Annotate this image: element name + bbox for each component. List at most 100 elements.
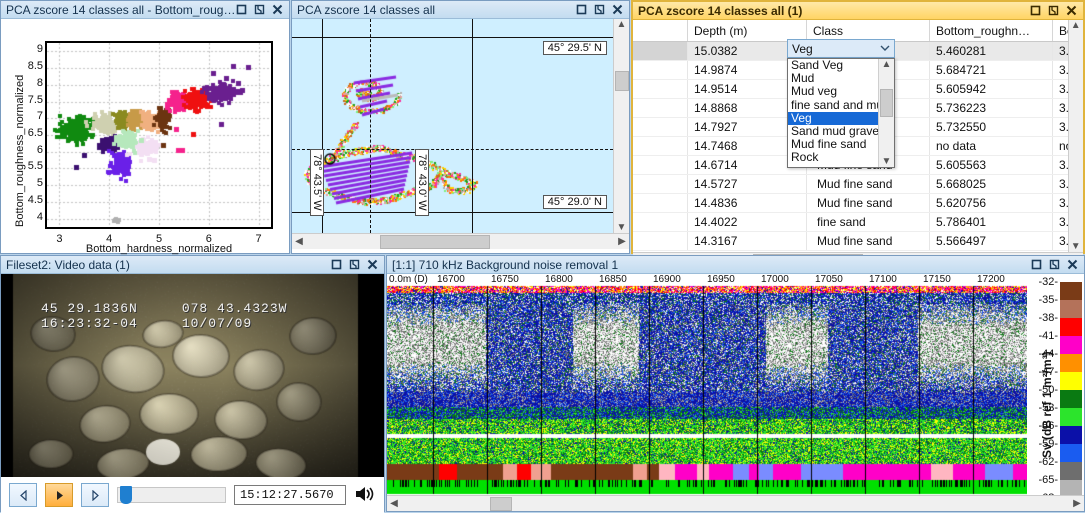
table-cell[interactable]: [633, 136, 688, 156]
table-header-cell[interactable]: [633, 20, 688, 42]
table-cell[interactable]: [633, 41, 688, 61]
video-display[interactable]: 45 29.1836N 078 43.4323W 16:23:32-04 10/…: [1, 274, 384, 477]
table-cell[interactable]: 5.668025: [929, 174, 1053, 194]
class-dropdown-option[interactable]: Sand Veg: [788, 59, 878, 72]
table-cell[interactable]: Mud fine sand: [806, 174, 930, 194]
close-icon[interactable]: [612, 4, 623, 15]
table-cell[interactable]: [633, 193, 688, 213]
table-cell[interactable]: 5.460281: [929, 41, 1053, 61]
close-icon[interactable]: [367, 259, 378, 270]
table-cell[interactable]: [633, 212, 688, 232]
pin-icon[interactable]: [1048, 5, 1059, 16]
class-dropdown-list[interactable]: Sand VegMudMud vegfine sand and mudVegSa…: [787, 58, 895, 168]
class-dropdown-option[interactable]: Rock: [788, 151, 878, 164]
table-cell[interactable]: 5.620756: [929, 193, 1053, 213]
table-cell[interactable]: 3.838741: [1052, 117, 1068, 137]
maximize-icon[interactable]: [576, 4, 587, 15]
table-cell[interactable]: [633, 155, 688, 175]
map-horizontal-scrollbar[interactable]: ◀ ▶: [292, 233, 629, 249]
play-icon[interactable]: [45, 483, 73, 507]
table-cell[interactable]: 5.732550: [929, 117, 1053, 137]
table-cell[interactable]: Mud fine sand: [806, 193, 930, 213]
chevron-down-icon[interactable]: ▼: [880, 156, 894, 167]
class-dropdown-option[interactable]: Mud: [788, 72, 878, 85]
chevron-down-icon[interactable]: ▼: [615, 222, 629, 233]
map-canvas[interactable]: 45° 29.5' N 45° 29.0' N 78° 43.5' W 78° …: [292, 19, 613, 233]
class-dropdown-scroll-thumb[interactable]: [880, 89, 893, 117]
close-icon[interactable]: [1067, 259, 1078, 270]
class-dropdown-option[interactable]: Mud veg: [788, 85, 878, 98]
data-table-scroll-region[interactable]: Depth (m) Class Bottom_roughn… Bottom_ha…: [633, 20, 1068, 252]
class-dropdown-scrollbar[interactable]: ▲ ▼: [878, 59, 894, 167]
table-cell[interactable]: 3.885131: [1052, 212, 1068, 232]
table-cell[interactable]: 5.566497: [929, 231, 1053, 251]
video-seek-slider[interactable]: [117, 486, 226, 504]
table-cell[interactable]: Mud fine sand: [806, 231, 930, 251]
close-icon[interactable]: [1066, 5, 1077, 16]
table-cell[interactable]: 3.876791: [1052, 231, 1068, 251]
table-cell[interactable]: [633, 98, 688, 118]
table-cell[interactable]: 3.931787: [1052, 41, 1068, 61]
maximize-icon[interactable]: [331, 259, 342, 270]
table-cell[interactable]: 14.3167: [687, 231, 807, 251]
table-cell[interactable]: 5.605942: [929, 79, 1053, 99]
pin-icon[interactable]: [1049, 259, 1060, 270]
map-vscroll-thumb[interactable]: [614, 71, 629, 91]
maximize-icon[interactable]: [1030, 5, 1041, 16]
echogram-hscroll-thumb[interactable]: [489, 496, 512, 511]
speaker-icon[interactable]: [354, 485, 376, 506]
maximize-icon[interactable]: [1031, 259, 1042, 270]
table-cell[interactable]: [633, 231, 688, 251]
echogram-horizontal-scrollbar[interactable]: ◀ ▶: [387, 495, 1084, 511]
table-header-cell[interactable]: Bottom_hardne…: [1052, 20, 1068, 42]
echogram-canvas[interactable]: [387, 274, 1027, 495]
step-back-icon[interactable]: [9, 483, 37, 507]
map-window-titlebar[interactable]: PCA zscore 14 classes all: [292, 1, 629, 19]
chevron-left-icon[interactable]: ◀: [387, 498, 401, 509]
scatter-plot-area[interactable]: [45, 41, 273, 229]
class-dropdown-option[interactable]: Veg: [788, 111, 878, 125]
table-row[interactable]: 14.4022fine sand5.7864013.885131: [633, 212, 1068, 232]
table-cell[interactable]: 5.736223: [929, 98, 1053, 118]
table-cell[interactable]: 3.857422: [1052, 155, 1068, 175]
chevron-up-icon[interactable]: ▲: [1069, 20, 1083, 31]
video-window-titlebar[interactable]: Fileset2: Video data (1): [1, 256, 384, 274]
table-row[interactable]: 14.3167Mud fine sand5.5664973.876791: [633, 231, 1068, 251]
table-row[interactable]: 14.5727Mud fine sand5.6680253.906287: [633, 174, 1068, 194]
chevron-right-icon[interactable]: ▶: [615, 236, 629, 247]
video-seek-thumb[interactable]: [120, 486, 132, 504]
table-cell[interactable]: 5.786401: [929, 212, 1053, 232]
class-dropdown-option[interactable]: fine sand and mud: [788, 99, 878, 112]
table-row[interactable]: 14.4836Mud fine sand5.6207563.899323: [633, 193, 1068, 213]
chevron-right-icon[interactable]: ▶: [1070, 498, 1084, 509]
table-cell[interactable]: 3.870450: [1052, 79, 1068, 99]
table-cell[interactable]: 14.5727: [687, 174, 807, 194]
video-time-display[interactable]: 15:12:27.5670: [234, 485, 346, 505]
table-cell[interactable]: [633, 60, 688, 80]
chevron-up-icon[interactable]: ▲: [880, 59, 894, 70]
maximize-icon[interactable]: [236, 4, 247, 15]
table-cell[interactable]: [633, 117, 688, 137]
chevron-up-icon[interactable]: ▲: [615, 19, 629, 30]
table-cell[interactable]: no data: [1052, 136, 1068, 156]
map-vertical-scrollbar[interactable]: ▲ ▼: [613, 19, 629, 233]
table-cell[interactable]: no data: [929, 136, 1053, 156]
pin-icon[interactable]: [594, 4, 605, 15]
table-cell[interactable]: fine sand: [806, 212, 930, 232]
close-icon[interactable]: [272, 4, 283, 15]
table-vertical-scrollbar[interactable]: ▲ ▼: [1067, 20, 1083, 252]
table-cell[interactable]: [633, 174, 688, 194]
table-cell[interactable]: 3.906287: [1052, 174, 1068, 194]
class-dropdown-option[interactable]: Sand mud gravel: [788, 125, 878, 138]
step-forward-icon[interactable]: [81, 483, 109, 507]
echogram-window-titlebar[interactable]: [1:1] 710 kHz Background noise removal 1: [387, 256, 1084, 274]
table-cell[interactable]: 14.4022: [687, 212, 807, 232]
pin-icon[interactable]: [349, 259, 360, 270]
table-window-titlebar[interactable]: PCA zscore 14 classes all (1): [633, 2, 1083, 20]
map-hscroll-thumb[interactable]: [379, 234, 490, 249]
table-cell[interactable]: 14.4836: [687, 193, 807, 213]
class-dropdown-option[interactable]: Mud fine sand: [788, 138, 878, 151]
chevron-left-icon[interactable]: ◀: [292, 236, 306, 247]
table-cell[interactable]: 5.684721: [929, 60, 1053, 80]
table-cell[interactable]: 5.605563: [929, 155, 1053, 175]
